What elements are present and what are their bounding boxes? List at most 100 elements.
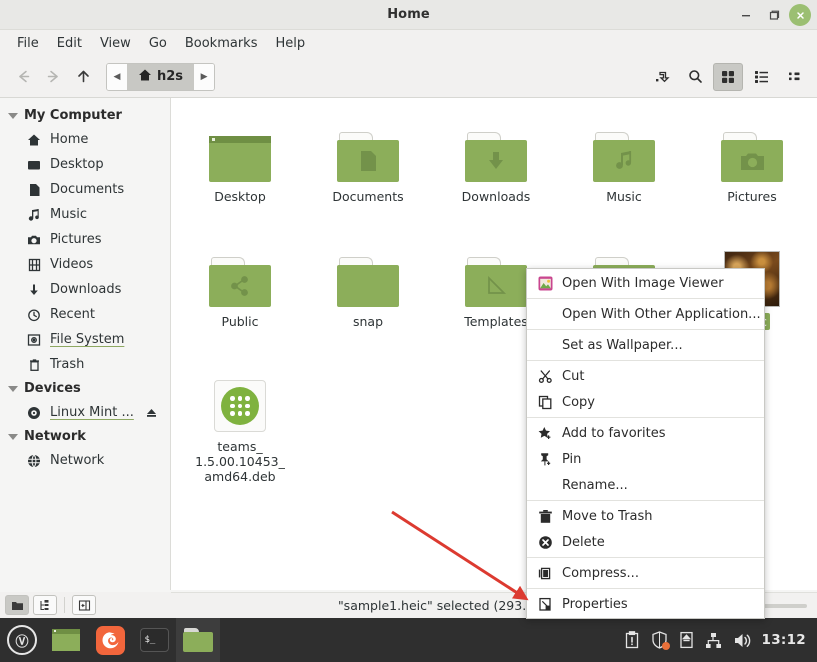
context-menu-item-copy[interactable]: Copy — [527, 389, 764, 415]
sidebar-item-recent[interactable]: Recent — [0, 302, 170, 327]
copy-icon — [537, 394, 553, 410]
sidebar-item-label: Linux Mint ... — [50, 405, 134, 420]
file-item[interactable]: Desktop — [176, 112, 304, 205]
globe-icon — [26, 453, 42, 469]
sidebar-group-devices[interactable]: Devices — [0, 377, 170, 400]
sidebar-item-label: Pictures — [50, 232, 101, 247]
file-item[interactable]: snap — [304, 237, 432, 330]
context-menu-label: Open With Image Viewer — [562, 276, 724, 291]
file-label: Downloads — [459, 188, 534, 205]
sidebar-item-documents[interactable]: Documents — [0, 177, 170, 202]
firefox-launcher[interactable] — [88, 618, 132, 662]
document-icon — [26, 182, 42, 198]
sidebar-item-downloads[interactable]: Downloads — [0, 277, 170, 302]
places-view-button[interactable] — [5, 595, 29, 615]
breadcrumb-scroll-right[interactable]: ▶ — [194, 64, 214, 90]
sidebar-item-linux-mint[interactable]: Linux Mint ... — [0, 400, 170, 425]
menu-separator — [527, 329, 764, 330]
terminal-launcher[interactable]: $_ — [132, 618, 176, 662]
menu-separator — [527, 298, 764, 299]
sidebar[interactable]: My Computer Home Desktop Documents — [0, 98, 171, 590]
sidebar-item-desktop[interactable]: Desktop — [0, 152, 170, 177]
breadcrumb-item-home[interactable]: h2s — [127, 64, 194, 90]
folder-public-icon — [176, 237, 304, 307]
context-menu-item-cut[interactable]: Cut — [527, 363, 764, 389]
sidebar-item-label: Videos — [50, 257, 93, 272]
show-desktop-button[interactable] — [44, 618, 88, 662]
context-menu-item-rename[interactable]: Rename... — [527, 472, 764, 498]
sidebar-group-network[interactable]: Network — [0, 425, 170, 448]
menu-file[interactable]: File — [8, 33, 48, 54]
sidebar-group-label: Network — [24, 429, 86, 444]
forward-button[interactable] — [38, 63, 68, 91]
menu-view[interactable]: View — [91, 33, 140, 54]
folder-documents-icon — [304, 112, 432, 182]
pin-icon — [537, 451, 553, 467]
file-item[interactable]: Downloads — [432, 112, 560, 205]
sidebar-group-my-computer[interactable]: My Computer — [0, 104, 170, 127]
file-manager-launcher[interactable] — [176, 618, 220, 662]
context-menu-item-compress[interactable]: Compress... — [527, 560, 764, 586]
context-menu[interactable]: Open With Image Viewer Open With Other A… — [526, 268, 765, 619]
file-item[interactable]: Public — [176, 237, 304, 330]
eject-icon[interactable] — [145, 406, 158, 419]
updates-icon[interactable] — [624, 631, 640, 649]
minimize-button[interactable] — [733, 2, 759, 28]
hide-sidebar-button[interactable] — [72, 595, 96, 615]
file-item[interactable]: Music — [560, 112, 688, 205]
removable-media-icon[interactable] — [679, 631, 694, 649]
context-menu-item-properties[interactable]: Properties — [527, 591, 764, 617]
maximize-button[interactable] — [761, 2, 787, 28]
context-menu-item-open-with-image-viewer[interactable]: Open With Image Viewer — [527, 270, 764, 296]
file-label: Desktop — [211, 188, 269, 205]
menu-bookmarks[interactable]: Bookmarks — [176, 33, 267, 54]
sidebar-group-label: My Computer — [24, 108, 122, 123]
context-menu-item-move-to-trash[interactable]: Move to Trash — [527, 503, 764, 529]
system-tray: 13:12 — [624, 631, 817, 649]
context-menu-item-set-as-wallpaper[interactable]: Set as Wallpaper... — [527, 332, 764, 358]
sidebar-item-file-system[interactable]: File System — [0, 327, 170, 352]
titlebar: Home — [0, 0, 817, 30]
file-item[interactable]: Pictures — [688, 112, 816, 205]
clock[interactable]: 13:12 — [762, 632, 806, 648]
sidebar-item-music[interactable]: Music — [0, 202, 170, 227]
context-menu-item-open-with-other-application[interactable]: Open With Other Application... — [527, 301, 764, 327]
context-menu-label: Delete — [562, 535, 605, 550]
list-view-button[interactable] — [746, 63, 776, 91]
up-button[interactable] — [68, 63, 98, 91]
sidebar-item-label: Trash — [50, 357, 84, 372]
compact-view-button[interactable] — [779, 63, 809, 91]
volume-icon[interactable] — [733, 632, 751, 649]
file-item[interactable]: teams_ 1.5.00.10453_ amd64.deb — [176, 362, 304, 485]
file-item[interactable]: Documents — [304, 112, 432, 205]
sidebar-group-label: Devices — [24, 381, 81, 396]
menu-edit[interactable]: Edit — [48, 33, 91, 54]
compress-icon — [537, 565, 553, 581]
search-icon[interactable] — [680, 63, 710, 91]
toggle-location-entry-icon[interactable] — [647, 63, 677, 91]
menu-go[interactable]: Go — [140, 33, 176, 54]
context-menu-item-delete[interactable]: Delete — [527, 529, 764, 555]
mint-menu-button[interactable]: Ⓥ — [0, 618, 44, 662]
sidebar-item-home[interactable]: Home — [0, 127, 170, 152]
sidebar-item-label: Downloads — [50, 282, 121, 297]
close-button[interactable] — [789, 4, 811, 26]
tree-view-button[interactable] — [33, 595, 57, 615]
breadcrumb-scroll-left[interactable]: ◀ — [107, 64, 127, 90]
sidebar-item-pictures[interactable]: Pictures — [0, 227, 170, 252]
icon-view-button[interactable] — [713, 63, 743, 91]
sidebar-item-videos[interactable]: Videos — [0, 252, 170, 277]
music-icon — [26, 207, 42, 223]
firewall-icon[interactable] — [651, 631, 668, 649]
network-icon[interactable] — [705, 632, 722, 649]
sidebar-item-network[interactable]: Network — [0, 448, 170, 473]
trash-icon — [537, 508, 553, 524]
back-button[interactable] — [8, 63, 38, 91]
sidebar-item-label: File System — [50, 332, 124, 347]
menu-separator — [527, 557, 764, 558]
menu-help[interactable]: Help — [266, 33, 314, 54]
context-menu-item-pin[interactable]: Pin — [527, 446, 764, 472]
deb-package-icon — [176, 362, 304, 432]
context-menu-item-add-to-favorites[interactable]: Add to favorites — [527, 420, 764, 446]
sidebar-item-trash[interactable]: Trash — [0, 352, 170, 377]
